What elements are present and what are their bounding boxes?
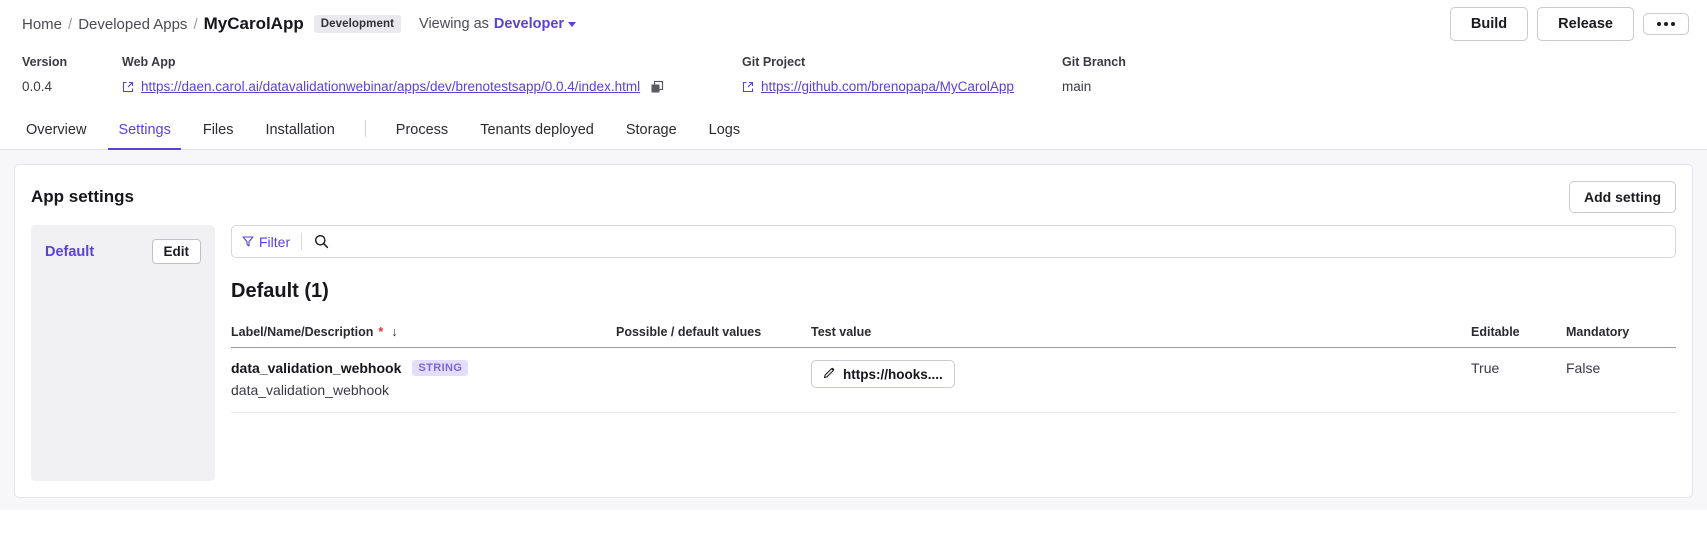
column-header-possible-values[interactable]: Possible / default values xyxy=(616,325,811,348)
app-meta-row: Version 0.0.4 Web App https://daen.carol… xyxy=(0,49,1707,102)
breadcrumb-home[interactable]: Home xyxy=(22,16,62,33)
environment-badge: Development xyxy=(313,15,402,33)
settings-content: Filter Default (1) Label/Name/Descriptio… xyxy=(215,225,1676,481)
filter-divider xyxy=(301,233,303,250)
filter-label: Filter xyxy=(259,233,291,250)
tab-files[interactable]: Files xyxy=(187,122,250,149)
tab-process[interactable]: Process xyxy=(380,122,464,149)
pencil-icon xyxy=(823,366,836,382)
meta-git-project: Git Project https://github.com/brenopapa… xyxy=(742,55,1062,102)
meta-webapp: Web App https://daen.carol.ai/datavalida… xyxy=(122,55,742,102)
version-value: 0.0.4 xyxy=(22,79,53,94)
column-header-test-value[interactable]: Test value xyxy=(811,325,1471,348)
git-project-label: Git Project xyxy=(742,55,806,69)
card-header: App settings Add setting xyxy=(15,165,1692,225)
meta-version: Version 0.0.4 xyxy=(22,55,122,102)
webapp-label: Web App xyxy=(122,55,176,69)
breadcrumb-separator: / xyxy=(68,15,73,33)
breadcrumb-developed-apps[interactable]: Developed Apps xyxy=(78,16,187,33)
release-button[interactable]: Release xyxy=(1537,7,1634,41)
ellipsis-icon xyxy=(1657,22,1675,26)
breadcrumb-current-app: MyCarolApp xyxy=(203,14,304,33)
cell-possible-values xyxy=(616,347,811,413)
setting-description: data_validation_webhook xyxy=(231,382,390,398)
cell-test-value: https://hooks.... xyxy=(811,347,1471,413)
column-header-mandatory[interactable]: Mandatory xyxy=(1566,325,1676,348)
meta-git-branch: Git Branch main xyxy=(1062,55,1126,102)
search-icon[interactable] xyxy=(314,234,329,249)
group-name-label: Default xyxy=(45,243,95,260)
viewer-role-dropdown[interactable]: Developer xyxy=(493,16,577,32)
git-branch-label: Git Branch xyxy=(1062,55,1126,69)
page-title: App settings xyxy=(31,187,134,206)
page-body: App settings Add setting Default Edit Fi… xyxy=(0,150,1707,510)
external-link-icon xyxy=(122,81,134,93)
test-value-text: https://hooks.... xyxy=(843,366,943,382)
settings-group-panel: Default Edit xyxy=(31,225,215,481)
tab-installation[interactable]: Installation xyxy=(249,122,350,149)
breadcrumb: Home / Developed Apps / MyCarolApp Devel… xyxy=(22,14,577,34)
git-project-value: https://github.com/brenopapa/MyCarolApp xyxy=(742,79,1062,94)
git-project-url-link[interactable]: https://github.com/brenopapa/MyCarolApp xyxy=(761,79,1014,94)
test-value-edit-chip[interactable]: https://hooks.... xyxy=(811,360,955,388)
filter-icon xyxy=(242,234,254,250)
viewer-role-label: Developer xyxy=(493,16,565,32)
viewing-as-label: Viewing as xyxy=(419,16,489,32)
card-body: Default Edit Filter Default (1) Label/Na… xyxy=(15,225,1692,497)
setting-name: data_validation_webhook STRING xyxy=(231,360,616,376)
tab-logs[interactable]: Logs xyxy=(693,122,756,149)
tab-divider xyxy=(364,120,366,137)
required-asterisk: * xyxy=(378,325,384,339)
settings-table: Label/Name/Description * ↓ Possible / defa… xyxy=(231,325,1676,413)
webapp-value: https://daen.carol.ai/datavalidationwebi… xyxy=(122,79,742,94)
external-link-icon xyxy=(742,81,754,93)
top-bar-actions: Build Release xyxy=(1449,7,1689,41)
settings-section-title: Default (1) xyxy=(231,280,329,302)
edit-group-button[interactable]: Edit xyxy=(151,239,201,264)
setting-type-badge: STRING xyxy=(412,360,469,376)
tab-storage[interactable]: Storage xyxy=(610,122,693,149)
cell-mandatory: False xyxy=(1566,347,1676,413)
app-settings-card: App settings Add setting Default Edit Fi… xyxy=(14,164,1693,498)
webapp-url-link[interactable]: https://daen.carol.ai/datavalidationwebi… xyxy=(141,79,640,94)
tab-settings[interactable]: Settings xyxy=(102,122,186,150)
filter-search-bar: Filter xyxy=(231,225,1676,258)
cell-editable: True xyxy=(1471,347,1566,413)
sort-descending-icon[interactable]: ↓ xyxy=(391,325,397,339)
tab-overview[interactable]: Overview xyxy=(22,122,102,149)
column-header-label-text: Label/Name/Description xyxy=(231,325,374,339)
filter-button[interactable]: Filter xyxy=(242,234,301,250)
build-button[interactable]: Build xyxy=(1449,7,1529,41)
version-label: Version xyxy=(22,55,68,69)
table-row[interactable]: data_validation_webhook STRING data_vali… xyxy=(231,347,1676,413)
add-setting-button[interactable]: Add setting xyxy=(1569,181,1676,213)
tab-tenants-deployed[interactable]: Tenants deployed xyxy=(464,122,610,149)
top-bar: Home / Developed Apps / MyCarolApp Devel… xyxy=(0,0,1707,49)
column-header-editable[interactable]: Editable xyxy=(1471,325,1566,348)
table-header-row: Label/Name/Description * ↓ Possible / defa… xyxy=(231,325,1676,348)
more-options-button[interactable] xyxy=(1643,13,1689,35)
group-row-default[interactable]: Default Edit xyxy=(45,239,201,264)
chevron-down-icon xyxy=(568,21,577,27)
setting-name-text: data_validation_webhook xyxy=(231,360,402,376)
cell-setting-name: data_validation_webhook STRING data_vali… xyxy=(231,347,616,413)
column-header-label[interactable]: Label/Name/Description * ↓ xyxy=(231,325,616,348)
breadcrumb-separator: / xyxy=(193,15,198,33)
copy-icon[interactable] xyxy=(650,80,664,94)
tab-bar: Overview Settings Files Installation Pro… xyxy=(0,110,1707,150)
git-branch-value: main xyxy=(1062,79,1092,94)
